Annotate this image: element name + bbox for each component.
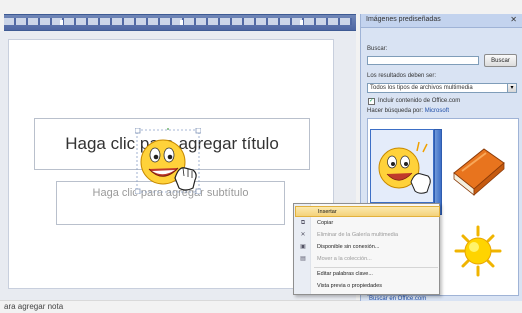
include-office-checkbox[interactable]: ✓ [368,98,375,105]
help-text-label: Hacer búsqueda por: [367,108,424,114]
search-input[interactable] [367,56,479,65]
smiley-hand-icon [378,141,431,194]
menu-item-label: Eliminar de la Galería multimedia [317,232,399,238]
menu-separator [314,267,438,268]
search-button[interactable]: Buscar [484,54,517,67]
menu-item-label: Copiar [317,220,334,226]
menu-item-edit-keywords[interactable]: Editar palabras clave... [295,269,440,280]
ruler-marker[interactable] [300,20,303,25]
include-office-label: Incluir contenido de Office.com [378,98,461,104]
chevron-down-icon[interactable]: ▾ [507,83,517,93]
book-icon [453,148,505,196]
search-label: Buscar: [367,46,388,52]
menu-item-move-to-collection[interactable]: ▤ Mover a la colección... [295,254,440,265]
menu-item-label: Vista previa o propiedades [317,283,383,289]
ruler-marker[interactable] [180,20,183,25]
menu-item-delete-from-gallery[interactable]: ✕ Eliminar de la Galería multimedia [295,230,440,241]
move-icon: ▤ [300,256,306,262]
clip-thumb-book[interactable] [446,133,510,207]
office-com-link[interactable]: Buscar en Office.com [369,296,426,302]
smiley-clipart-image[interactable] [134,114,202,195]
delete-icon: ✕ [300,232,306,238]
ruler-marker[interactable] [60,20,63,25]
task-pane-title: Imágenes prediseñadas [366,16,441,23]
media-type-dropdown[interactable]: Todos los tipos de archivos multimedia [367,83,508,93]
clip-thumb-sun[interactable] [446,215,510,289]
menu-item-copy[interactable]: ⧉ Copiar [295,218,440,229]
menu-item-preview-properties[interactable]: Vista previa o propiedades [295,281,440,292]
offline-icon: ▣ [300,244,306,250]
task-pane-header: Imágenes prediseñadas ✕ [361,14,522,28]
clip-thumb-smiley[interactable] [370,129,434,203]
menu-item-label: Editar palabras clave... [317,271,373,277]
menu-item-label: Insertar [318,209,337,215]
sun-icon [454,225,502,277]
help-text: Hacer búsqueda por: Microsoft [367,108,449,114]
clip-context-menu: Insertar ⧉ Copiar ✕ Eliminar de la Galer… [293,203,440,295]
powerpoint-window: Haga clic para agregar título Haga clic … [0,0,522,313]
help-link[interactable]: Microsoft [425,108,449,114]
smiley-hand-icon [134,114,202,195]
copy-icon: ⧉ [300,220,306,226]
menu-item-available-offline[interactable]: ▣ Disponible sin conexión... [295,242,440,253]
results-type-label: Los resultados deben ser: [367,73,437,79]
menu-item-label: Mover a la colección... [317,256,372,262]
notes-hint[interactable]: ara agregar nota [4,302,63,311]
menu-item-label: Disponible sin conexión... [317,244,380,250]
close-icon[interactable]: ✕ [510,15,517,24]
status-bar: ara agregar nota [0,300,522,313]
menu-item-insert[interactable]: Insertar [295,206,440,217]
